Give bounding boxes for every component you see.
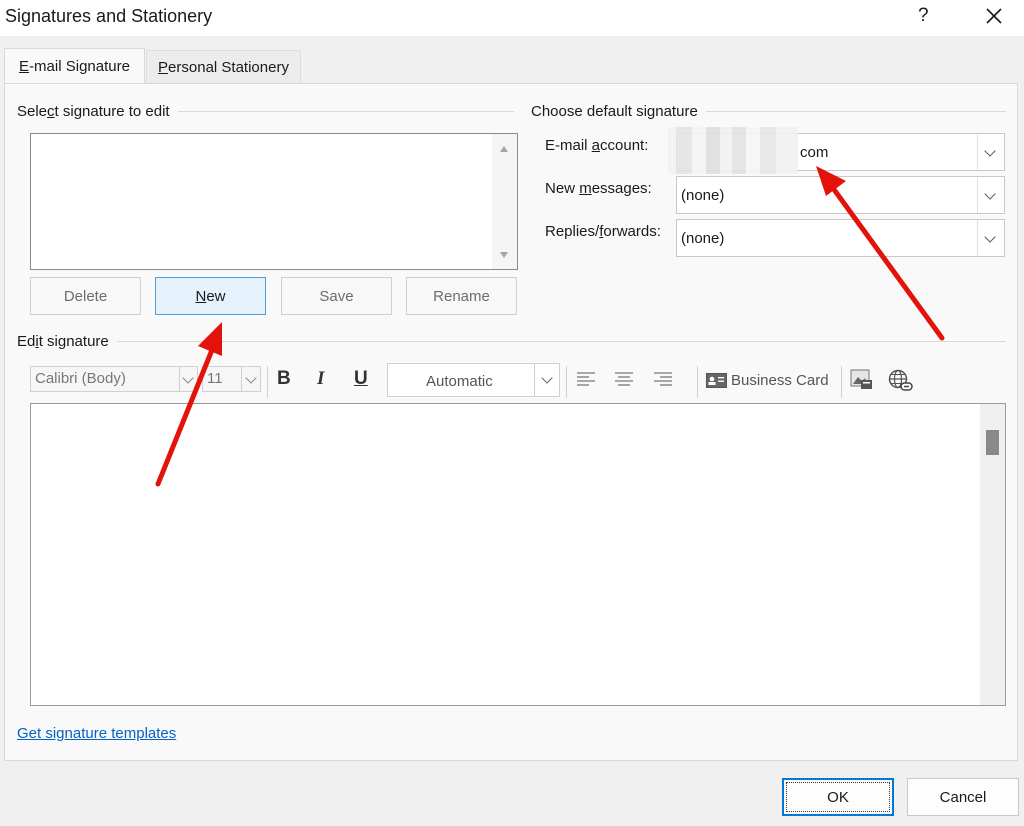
arrow-to-email-account — [816, 166, 945, 341]
annotation-arrows — [155, 166, 945, 487]
arrow-to-new-button — [155, 322, 222, 487]
